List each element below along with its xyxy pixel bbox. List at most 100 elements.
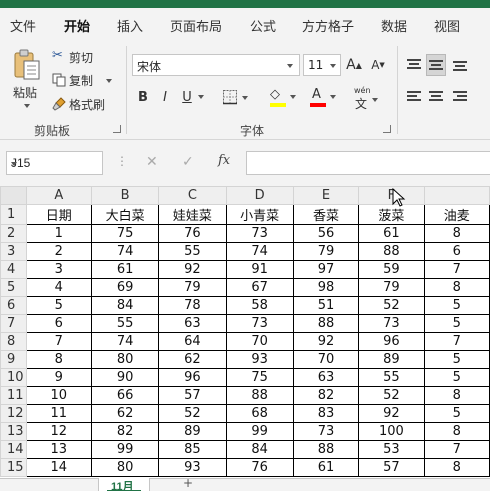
- row-header[interactable]: 12: [0, 404, 27, 423]
- table-cell[interactable]: 68: [225, 404, 294, 423]
- table-cell[interactable]: 8: [423, 458, 490, 477]
- insert-function-icon[interactable]: fx: [218, 153, 230, 168]
- font-size-select[interactable]: 11: [303, 54, 341, 76]
- table-cell[interactable]: 52: [158, 404, 227, 423]
- column-header[interactable]: E: [292, 186, 360, 205]
- table-cell[interactable]: 8: [423, 278, 490, 297]
- name-box[interactable]: J15: [6, 151, 103, 175]
- row-header[interactable]: 1: [0, 204, 27, 225]
- table-cell[interactable]: 96: [158, 368, 227, 387]
- table-cell[interactable]: 小青菜: [225, 204, 294, 225]
- column-header[interactable]: [423, 186, 490, 205]
- cut-button[interactable]: ✂ 剪切: [52, 48, 112, 66]
- table-cell[interactable]: 90: [90, 368, 160, 387]
- table-cell[interactable]: 62: [90, 404, 160, 423]
- table-cell[interactable]: 9: [25, 368, 92, 387]
- table-cell[interactable]: 3: [25, 260, 92, 279]
- table-cell[interactable]: 5: [423, 350, 490, 369]
- table-cell[interactable]: 92: [358, 404, 425, 423]
- shrink-font-button[interactable]: A ▼: [368, 54, 388, 76]
- row-header[interactable]: 13: [0, 422, 27, 441]
- table-cell[interactable]: 63: [292, 368, 360, 387]
- paste-button[interactable]: 粘贴: [10, 46, 44, 112]
- tab-file[interactable]: 文件: [10, 16, 36, 35]
- table-cell[interactable]: 80: [90, 350, 160, 369]
- table-cell[interactable]: 91: [225, 260, 294, 279]
- grow-font-button[interactable]: A ▲: [344, 54, 364, 76]
- table-cell[interactable]: 61: [90, 260, 160, 279]
- align-right-button[interactable]: [450, 86, 470, 108]
- row-header[interactable]: 6: [0, 296, 27, 315]
- table-cell[interactable]: 79: [358, 278, 425, 297]
- table-cell[interactable]: 55: [358, 368, 425, 387]
- clipboard-dialog-launcher[interactable]: [113, 125, 121, 133]
- phonetic-button[interactable]: wén 文: [350, 86, 378, 111]
- column-header[interactable]: D: [225, 186, 294, 205]
- table-cell[interactable]: 78: [158, 296, 227, 315]
- table-cell[interactable]: 76: [158, 224, 227, 243]
- format-painter-button[interactable]: 格式刷: [52, 95, 112, 113]
- enter-icon[interactable]: ✓: [182, 154, 194, 170]
- table-cell[interactable]: 56: [292, 224, 360, 243]
- table-cell[interactable]: 89: [358, 350, 425, 369]
- row-header[interactable]: 4: [0, 260, 27, 279]
- table-cell[interactable]: 61: [292, 458, 360, 477]
- table-cell[interactable]: 香菜: [292, 204, 360, 225]
- add-sheet-icon[interactable]: +: [183, 476, 193, 490]
- table-cell[interactable]: 88: [225, 386, 294, 405]
- table-cell[interactable]: 57: [158, 386, 227, 405]
- table-cell[interactable]: 88: [358, 242, 425, 261]
- table-cell[interactable]: 82: [292, 386, 360, 405]
- table-cell[interactable]: 85: [158, 440, 227, 459]
- formula-input[interactable]: [246, 151, 490, 175]
- table-cell[interactable]: 7: [25, 332, 92, 351]
- table-cell[interactable]: 83: [292, 404, 360, 423]
- table-cell[interactable]: 99: [90, 440, 160, 459]
- column-header[interactable]: A: [25, 186, 92, 205]
- table-cell[interactable]: 7: [423, 260, 490, 279]
- table-cell[interactable]: 75: [225, 368, 294, 387]
- table-cell[interactable]: 53: [358, 440, 425, 459]
- table-cell[interactable]: 92: [158, 260, 227, 279]
- table-cell[interactable]: 1: [25, 224, 92, 243]
- table-cell[interactable]: 5: [423, 368, 490, 387]
- table-cell[interactable]: 89: [158, 422, 227, 441]
- table-cell[interactable]: 74: [225, 242, 294, 261]
- fill-color-button[interactable]: ◇: [268, 87, 298, 109]
- align-top-button[interactable]: [404, 54, 424, 76]
- row-header[interactable]: 8: [0, 332, 27, 351]
- row-header[interactable]: 5: [0, 278, 27, 297]
- table-cell[interactable]: 59: [358, 260, 425, 279]
- align-center-button[interactable]: [426, 86, 446, 108]
- row-header[interactable]: 10: [0, 368, 27, 387]
- table-cell[interactable]: 11: [25, 404, 92, 423]
- align-left-button[interactable]: [404, 86, 424, 108]
- table-cell[interactable]: 73: [225, 314, 294, 333]
- table-cell[interactable]: 8: [423, 224, 490, 243]
- table-cell[interactable]: 69: [90, 278, 160, 297]
- row-header[interactable]: 7: [0, 314, 27, 333]
- table-cell[interactable]: 74: [90, 332, 160, 351]
- table-cell[interactable]: 8: [423, 422, 490, 441]
- cancel-icon[interactable]: ✕: [146, 154, 158, 170]
- row-header[interactable]: 11: [0, 386, 27, 405]
- font-color-button[interactable]: A: [308, 87, 338, 109]
- table-cell[interactable]: 55: [158, 242, 227, 261]
- table-cell[interactable]: 88: [292, 440, 360, 459]
- table-cell[interactable]: 98: [292, 278, 360, 297]
- select-all-corner[interactable]: [0, 186, 27, 205]
- column-header[interactable]: C: [158, 186, 227, 205]
- table-cell[interactable]: 5: [423, 314, 490, 333]
- table-cell[interactable]: 52: [358, 296, 425, 315]
- row-header[interactable]: 9: [0, 350, 27, 369]
- table-cell[interactable]: 99: [225, 422, 294, 441]
- copy-button[interactable]: 复制: [52, 71, 116, 89]
- table-cell[interactable]: 51: [292, 296, 360, 315]
- table-cell[interactable]: 10: [25, 386, 92, 405]
- table-cell[interactable]: 13: [25, 440, 92, 459]
- table-cell[interactable]: 57: [358, 458, 425, 477]
- table-cell[interactable]: 84: [225, 440, 294, 459]
- table-cell[interactable]: 82: [90, 422, 160, 441]
- tab-view[interactable]: 视图: [434, 16, 460, 35]
- table-cell[interactable]: 8: [423, 386, 490, 405]
